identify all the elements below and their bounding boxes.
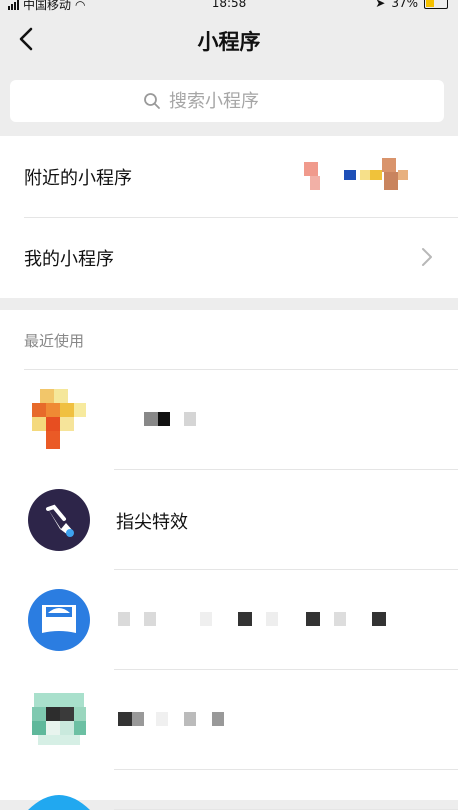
app-name-blurred (118, 712, 224, 726)
search-input[interactable] (167, 89, 311, 113)
entry-group: 附近的小程序 我的小程序 (0, 136, 458, 298)
recent-item[interactable]: 指尖特效 (0, 470, 458, 570)
app-name-blurred (144, 412, 196, 426)
search-bar[interactable] (10, 80, 444, 122)
recent-item[interactable] (0, 670, 458, 770)
chevron-right-icon (422, 248, 432, 266)
nearby-thumbnails (304, 158, 408, 190)
recent-group: 最近使用 指尖特效 (0, 310, 458, 810)
status-right: ➤ 37% (375, 0, 448, 10)
blurred-app-icon (32, 389, 86, 449)
nearby-mini-programs-row[interactable]: 附近的小程序 (0, 136, 458, 217)
ctrip-icon (28, 589, 90, 651)
partial-app-icon (28, 795, 90, 810)
search-icon (144, 93, 160, 109)
mine-label: 我的小程序 (24, 248, 114, 270)
recent-item[interactable] (0, 370, 458, 470)
my-mini-programs-row[interactable]: 我的小程序 (0, 217, 458, 298)
page-title: 小程序 (197, 30, 261, 54)
location-icon: ➤ (375, 0, 386, 10)
status-bar: 中国移动 ◠ 18:58 ➤ 37% (0, 0, 458, 12)
finger-hand-icon (28, 489, 90, 551)
nearby-label: 附近的小程序 (24, 167, 132, 189)
nav-bar: 小程序 (0, 10, 458, 74)
recent-item[interactable] (0, 770, 458, 810)
app-name: 指尖特效 (116, 512, 188, 533)
app-name-blurred (118, 612, 386, 626)
blurred-app-icon (32, 693, 86, 745)
recent-item[interactable] (0, 570, 458, 670)
battery-label: 37% (391, 0, 418, 10)
battery-icon (424, 0, 448, 9)
recent-section-label: 最近使用 (0, 310, 458, 370)
